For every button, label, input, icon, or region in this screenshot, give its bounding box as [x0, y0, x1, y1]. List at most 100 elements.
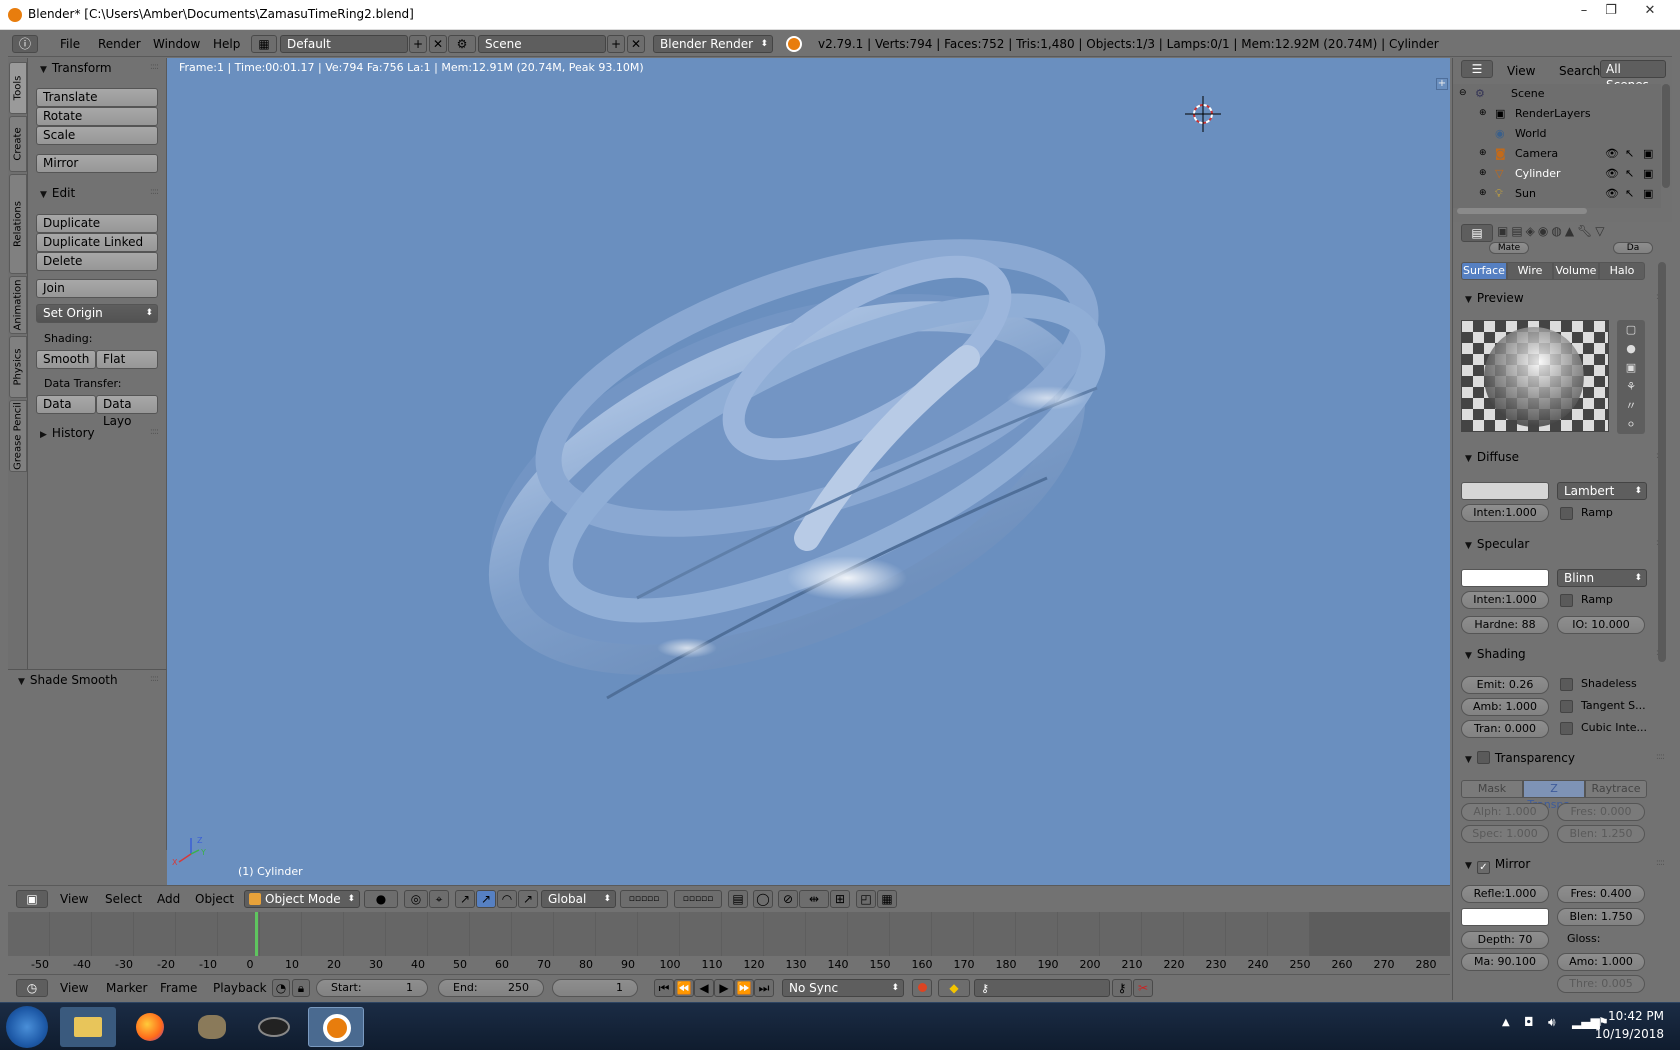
editor-type-outliner-icon[interactable]: ☰: [1461, 60, 1493, 78]
translate-manipulator-icon[interactable]: ↗: [476, 890, 496, 908]
menu-marker[interactable]: Marker: [106, 981, 147, 995]
lock-range-icon[interactable]: 🔒︎: [292, 979, 310, 997]
mirror-button[interactable]: Mirror: [36, 154, 158, 173]
snap-element-icon[interactable]: ⇹: [799, 890, 829, 908]
lock-layers-icon[interactable]: ▤: [728, 890, 748, 908]
render-toggle-icon[interactable]: ▣: [1643, 164, 1653, 183]
mode-dropdown[interactable]: Object Mode ⬍: [244, 890, 360, 908]
diffuse-panel-header[interactable]: ▼ Diffuse: [1465, 447, 1519, 467]
jump-keyframe-forward-icon[interactable]: ⏩: [734, 979, 754, 997]
material-data-field[interactable]: Da: [1613, 242, 1653, 254]
clock-date[interactable]: 10/19/2018: [1592, 1027, 1664, 1041]
tray-app-icon[interactable]: ◘: [1524, 1015, 1534, 1029]
cursor-icon[interactable]: ↖: [1625, 164, 1634, 183]
expand-icon[interactable]: ⊕: [1479, 144, 1487, 163]
material-name-field[interactable]: Mate: [1489, 242, 1529, 254]
mirror-color-swatch[interactable]: [1461, 908, 1549, 926]
outliner-row-world[interactable]: ◉ World: [1453, 124, 1658, 143]
transparency-blend-field[interactable]: Blen: 1.250: [1557, 825, 1645, 843]
screen-layout-field[interactable]: Default: [280, 35, 408, 53]
duplicate-linked-button[interactable]: Duplicate Linked: [36, 233, 158, 252]
timeline[interactable]: -50 -40 -30 -20 -10 0 10 20 30 40 50 60 70 80 90 100 110…: [8, 912, 1450, 974]
3d-viewport[interactable]: Z X Y +: [167, 58, 1450, 885]
end-frame-field[interactable]: End: 250: [438, 979, 544, 997]
manipulator-toggle-icon[interactable]: ⌖: [429, 890, 449, 908]
scale-button[interactable]: Scale: [36, 126, 158, 145]
blender-taskbar-icon[interactable]: [308, 1007, 364, 1047]
orientation-dropdown[interactable]: Global ⬍: [541, 890, 616, 908]
data-layout-button[interactable]: Data Layo: [96, 395, 158, 428]
snap-target-icon[interactable]: ⊞: [830, 890, 850, 908]
tab-wire[interactable]: Wire: [1507, 262, 1553, 280]
tab-surface[interactable]: Surface: [1461, 262, 1507, 280]
menu-render[interactable]: Render: [98, 37, 141, 51]
viewport-shading-icon[interactable]: ●: [364, 890, 398, 908]
transform-panel-header[interactable]: ▼ Transform: [40, 58, 112, 78]
flat-button[interactable]: Flat: [96, 350, 158, 369]
mirror-checkbox-checked-icon[interactable]: ✓: [1476, 861, 1490, 874]
render-toggle-icon[interactable]: ▣: [1643, 144, 1653, 163]
diffuse-intensity-field[interactable]: Inten:1.000: [1461, 504, 1549, 522]
outliner-row-sun[interactable]: ⊕ 💡︎ Sun 👁︎ ↖ ▣: [1453, 184, 1658, 203]
outliner-scrollbar[interactable]: [1662, 84, 1670, 188]
close-button[interactable]: ✕: [1630, 2, 1670, 20]
layers-1-icon[interactable]: ▫▫▫▫▫: [620, 890, 668, 908]
translucency-field[interactable]: Tran: 0.000: [1461, 720, 1549, 738]
remove-scene-icon[interactable]: ✕: [627, 35, 645, 53]
tab-volume[interactable]: Volume: [1553, 262, 1599, 280]
outliner-row-scene[interactable]: ⊖ ⚙ Scene: [1453, 84, 1658, 103]
keying-icon[interactable]: ◆: [938, 979, 970, 997]
menu-timeline-view[interactable]: View: [60, 981, 88, 995]
outliner-hscrollbar[interactable]: [1457, 208, 1587, 214]
ior-field[interactable]: IO: 10.000: [1557, 616, 1645, 634]
tray-expand-icon[interactable]: ▲: [1502, 1017, 1510, 1028]
drag-grip-icon[interactable]: ::::: [150, 187, 159, 197]
translate-button[interactable]: Translate: [36, 88, 158, 107]
set-origin-dropdown[interactable]: Set Origin ⬍: [36, 304, 158, 323]
eye-icon[interactable]: 👁︎: [1605, 184, 1619, 203]
drag-grip-icon[interactable]: ::::: [150, 427, 159, 437]
current-frame-field[interactable]: 1: [552, 979, 638, 997]
specular-color-swatch[interactable]: [1461, 569, 1549, 587]
render-engine-dropdown[interactable]: Blender Render ⬍: [653, 35, 773, 53]
editor-type-3dview-icon[interactable]: ▣: [16, 890, 48, 908]
outliner-menu-search[interactable]: Search: [1559, 64, 1600, 78]
alpha-field[interactable]: Alph: 1.000: [1461, 803, 1549, 821]
delete-button[interactable]: Delete: [36, 252, 158, 271]
menu-frame[interactable]: Frame: [160, 981, 197, 995]
render-toggle-icon[interactable]: ▣: [1643, 184, 1653, 203]
layout-icon[interactable]: ▦: [251, 35, 277, 53]
operator-panel-header[interactable]: ▼ Shade Smooth: [18, 670, 118, 690]
tab-halo[interactable]: Halo: [1599, 262, 1645, 280]
scale-manipulator-icon[interactable]: ↗: [518, 890, 538, 908]
diffuse-color-swatch[interactable]: [1461, 482, 1549, 500]
outliner-menu-view[interactable]: View: [1507, 64, 1535, 78]
editor-type-properties-icon[interactable]: ▤: [1461, 224, 1493, 242]
history-panel-header[interactable]: ▶ History: [40, 423, 95, 443]
drag-grip-icon[interactable]: ::::: [1656, 858, 1665, 868]
remove-layout-icon[interactable]: ✕: [429, 35, 447, 53]
eye-icon[interactable]: 👁︎: [1605, 164, 1619, 183]
properties-context-icons[interactable]: ▣▤◈◉◍▲🔧︎▽: [1497, 224, 1669, 244]
proportional-edit-icon[interactable]: ◯: [753, 890, 773, 908]
manipulator-icon[interactable]: ↗: [455, 890, 475, 908]
edit-panel-header[interactable]: ▼ Edit: [40, 183, 75, 203]
reflectivity-field[interactable]: Refle:1.000: [1461, 885, 1549, 903]
menu-view[interactable]: View: [60, 892, 88, 906]
gloss-amount-field[interactable]: Amo: 1.000: [1557, 953, 1645, 971]
diffuse-shader-dropdown[interactable]: Lambert ⬍: [1557, 482, 1647, 500]
cursor-icon[interactable]: ↖: [1625, 184, 1634, 203]
record-icon[interactable]: [912, 979, 932, 997]
specular-ramp-checkbox[interactable]: [1560, 594, 1573, 607]
ambient-field[interactable]: Amb: 1.000: [1461, 698, 1549, 716]
menu-file[interactable]: File: [60, 37, 80, 51]
menu-window[interactable]: Window: [153, 37, 200, 51]
mirror-fresnel-field[interactable]: Fres: 0.400: [1557, 885, 1645, 903]
specular-shader-dropdown[interactable]: Blinn ⬍: [1557, 569, 1647, 587]
transparency-checkbox[interactable]: [1476, 751, 1490, 764]
start-frame-field[interactable]: Start: 1: [316, 979, 428, 997]
emit-field[interactable]: Emit: 0.26: [1461, 676, 1549, 694]
cursor-icon[interactable]: ↖: [1625, 144, 1634, 163]
gimp-icon[interactable]: [184, 1007, 240, 1047]
specular-panel-header[interactable]: ▼ Specular: [1465, 534, 1529, 554]
